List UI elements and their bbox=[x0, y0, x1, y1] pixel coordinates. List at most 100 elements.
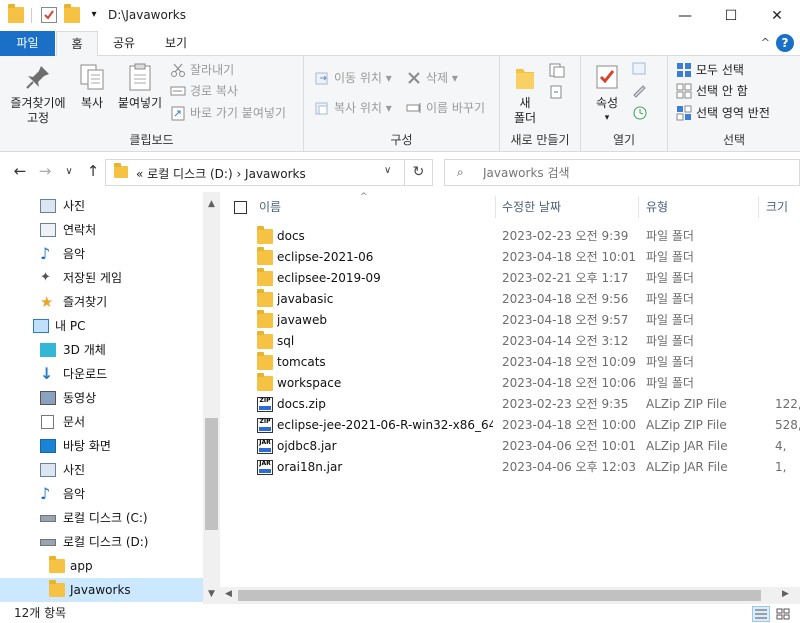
tab-view[interactable]: 보기 bbox=[152, 31, 200, 56]
tab-home[interactable]: 홈 bbox=[56, 31, 98, 57]
nav-item-music-pc[interactable]: ♪ 음악 bbox=[0, 482, 203, 506]
scroll-right-icon[interactable]: ▶ bbox=[782, 589, 789, 599]
delete-button[interactable]: 삭제 ▾ bbox=[406, 68, 458, 88]
table-row[interactable]: tomcats 2023-04-18 오전 10:09 파일 폴더 bbox=[220, 352, 800, 373]
nav-item-app[interactable]: app bbox=[0, 554, 203, 578]
history-button[interactable] bbox=[631, 104, 649, 124]
column-divider[interactable] bbox=[495, 196, 496, 218]
up-button[interactable]: ↑ bbox=[82, 162, 104, 180]
file-list-horizontal-scrollbar[interactable]: ◀ ▶ bbox=[220, 587, 800, 604]
organize-group-label: 구성 bbox=[390, 133, 413, 147]
nav-item-pictures[interactable]: 사진 bbox=[0, 194, 203, 218]
file-name: sql bbox=[277, 334, 295, 348]
table-row[interactable]: JAR ojdbc8.jar 2023-04-06 오전 10:01 ALZip JA… bbox=[220, 436, 800, 457]
nav-item-pictures-pc[interactable]: 사진 bbox=[0, 458, 203, 482]
scroll-down-icon[interactable]: ▼ bbox=[203, 589, 220, 599]
search-input[interactable] bbox=[483, 163, 783, 182]
nav-item-saved-games[interactable]: ✦ 저장된 게임 bbox=[0, 266, 203, 290]
table-row[interactable]: workspace 2023-04-18 오전 10:06 파일 폴더 bbox=[220, 373, 800, 394]
tab-share[interactable]: 공유 bbox=[103, 31, 145, 56]
pin-to-quick-access-button[interactable]: 즐겨찾기에 고정 bbox=[4, 60, 72, 126]
table-row[interactable]: ZIP eclipse-jee-2021-06-R-win32-x86_64...… bbox=[220, 415, 800, 436]
nav-item-favorites[interactable]: ★ 즐겨찾기 bbox=[0, 290, 203, 314]
file-size: 4, bbox=[775, 439, 787, 453]
table-row[interactable]: ZIP docs.zip 2023-02-23 오전 9:35 ALZip ZIP F… bbox=[220, 394, 800, 415]
properties-icon[interactable] bbox=[41, 7, 57, 23]
large-icons-view-icon[interactable] bbox=[774, 606, 792, 622]
nav-item-desktop[interactable]: 바탕 화면 bbox=[0, 434, 203, 458]
address-bar[interactable]: « 로컬 디스크 (D:) › Javaworks ∨ ↻ bbox=[105, 159, 433, 186]
refresh-button[interactable]: ↻ bbox=[404, 160, 432, 185]
select-all-button[interactable]: 모두 선택 bbox=[676, 60, 744, 80]
maximize-button[interactable]: ☐ bbox=[708, 0, 754, 31]
copy-button[interactable]: 복사 bbox=[73, 60, 111, 111]
edit-button[interactable] bbox=[631, 82, 649, 102]
nav-item-videos[interactable]: 동영상 bbox=[0, 386, 203, 410]
nav-item-this-pc[interactable]: 내 PC bbox=[0, 314, 203, 338]
nav-item-drive-c[interactable]: 로컬 디스크 (C:) bbox=[0, 506, 203, 530]
help-icon[interactable]: ? bbox=[776, 34, 794, 52]
copy-to-button[interactable]: 복사 위치 ▾ bbox=[314, 98, 392, 118]
close-button[interactable]: ✕ bbox=[754, 0, 800, 31]
select-none-button[interactable]: 선택 안 함 bbox=[676, 81, 748, 101]
scrollbar-thumb[interactable] bbox=[205, 418, 218, 530]
easy-access-icon bbox=[548, 85, 566, 103]
collapse-ribbon-icon[interactable]: ^ bbox=[761, 36, 770, 49]
nav-item-3d-objects[interactable]: 3D 개체 bbox=[0, 338, 203, 362]
search-box[interactable]: ⌕ bbox=[444, 159, 800, 186]
move-to-button[interactable]: 이동 위치 ▾ bbox=[314, 68, 392, 88]
select-all-checkbox[interactable] bbox=[234, 201, 247, 214]
zip-file-icon: ZIP bbox=[257, 418, 273, 433]
nav-pane-scrollbar[interactable]: ▲ ▼ bbox=[203, 192, 220, 604]
forward-button[interactable]: → bbox=[34, 162, 56, 180]
tab-file[interactable]: 파일 bbox=[0, 31, 55, 56]
properties-dropdown-icon[interactable]: ▾ bbox=[587, 111, 627, 126]
quick-access-dropdown-icon[interactable]: ▾ bbox=[86, 7, 102, 23]
nav-item-downloads[interactable]: ↓ 다운로드 bbox=[0, 362, 203, 386]
table-row[interactable]: eclipsee-2019-09 2023-02-21 오후 1:17 파일 폴더 bbox=[220, 268, 800, 289]
column-divider[interactable] bbox=[638, 196, 639, 218]
table-row[interactable]: javabasic 2023-04-18 오전 9:56 파일 폴더 bbox=[220, 289, 800, 310]
address-dropdown-icon[interactable]: ∨ bbox=[384, 165, 391, 176]
column-divider[interactable] bbox=[758, 196, 759, 218]
scroll-left-icon[interactable]: ◀ bbox=[225, 589, 232, 599]
file-modified: 2023-04-18 오전 10:09 bbox=[502, 355, 637, 369]
table-row[interactable]: docs 2023-02-23 오전 9:39 파일 폴더 bbox=[220, 226, 800, 247]
drive-d-icon bbox=[40, 539, 56, 546]
invert-selection-button[interactable]: 선택 영역 반전 bbox=[676, 103, 770, 123]
easy-access-button[interactable] bbox=[548, 84, 572, 104]
nav-item-javaworks[interactable]: Javaworks bbox=[0, 578, 203, 602]
paste-shortcut-button[interactable]: 바로 가기 붙여넣기 bbox=[170, 103, 286, 123]
column-header-type[interactable]: 유형 bbox=[646, 192, 756, 222]
scrollbar-thumb[interactable] bbox=[238, 590, 761, 601]
column-header-name[interactable]: 이름 bbox=[259, 192, 495, 222]
table-row[interactable]: eclipse-2021-06 2023-04-18 오전 10:01 파일 폴더 bbox=[220, 247, 800, 268]
folder-icon bbox=[49, 580, 65, 597]
column-header-modified[interactable]: 수정한 날짜 bbox=[502, 192, 638, 222]
cut-button[interactable]: 잘라내기 bbox=[170, 60, 234, 80]
back-button[interactable]: ← bbox=[9, 162, 31, 180]
new-item-button[interactable] bbox=[548, 62, 572, 82]
minimize-button[interactable]: — bbox=[662, 0, 708, 31]
rename-button[interactable]: 이름 바꾸기 bbox=[406, 98, 485, 118]
paste-button[interactable]: 붙여넣기 bbox=[113, 60, 167, 111]
scroll-up-icon[interactable]: ▲ bbox=[203, 199, 220, 209]
nav-item-drive-d[interactable]: 로컬 디스크 (D:) bbox=[0, 530, 203, 554]
new-folder-button[interactable]: 새 폴더 bbox=[505, 60, 545, 126]
nav-item-music[interactable]: ♪ 음악 bbox=[0, 242, 203, 266]
column-header-size[interactable]: 크기 bbox=[766, 192, 800, 222]
nav-item-documents[interactable]: 문서 bbox=[0, 410, 203, 434]
open-button[interactable] bbox=[631, 60, 649, 80]
address-path[interactable]: « 로컬 디스크 (D:) › Javaworks bbox=[136, 165, 306, 182]
table-row[interactable]: JAR orai18n.jar 2023-04-06 오후 12:03 ALZip J… bbox=[220, 457, 800, 478]
select-all-label: 모두 선택 bbox=[696, 63, 744, 77]
recent-locations-button[interactable]: ∨ bbox=[58, 166, 80, 177]
details-view-icon[interactable] bbox=[752, 606, 770, 622]
new-folder-icon[interactable] bbox=[64, 4, 80, 23]
table-row[interactable]: javaweb 2023-04-18 오전 9:57 파일 폴더 bbox=[220, 310, 800, 331]
table-row[interactable]: sql 2023-04-14 오전 3:12 파일 폴더 bbox=[220, 331, 800, 352]
nav-item-contacts[interactable]: 연락처 bbox=[0, 218, 203, 242]
properties-button[interactable]: 속성 ▾ bbox=[587, 60, 627, 126]
copy-path-button[interactable]: 경로 복사 bbox=[170, 81, 238, 101]
folder-icon bbox=[8, 4, 24, 23]
